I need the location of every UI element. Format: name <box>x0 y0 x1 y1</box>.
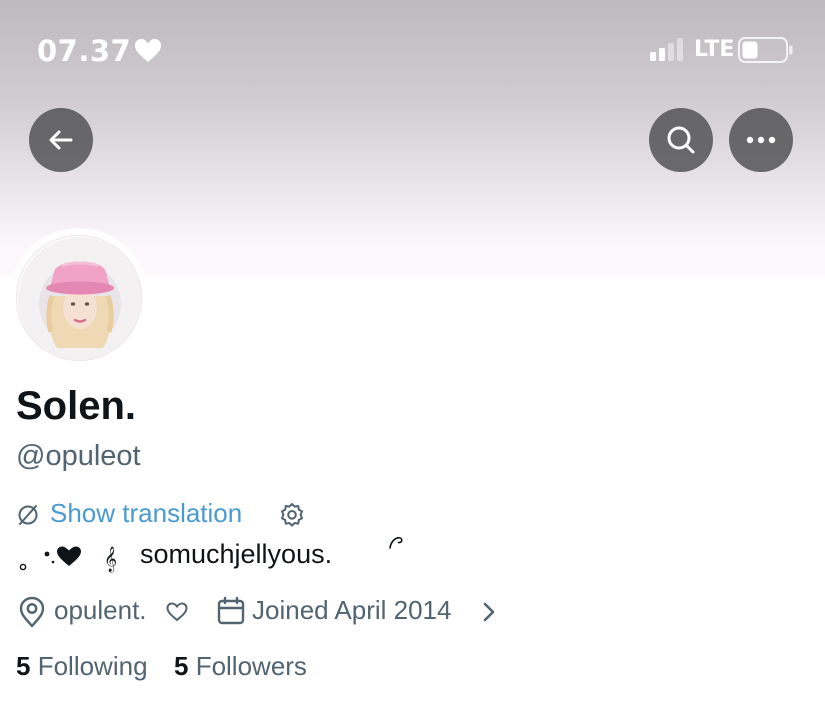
follow-stats: 5 Following 5 Followers <box>16 651 307 687</box>
translate-icon <box>18 505 38 525</box>
search-icon <box>667 126 695 154</box>
display-name: Solen. <box>16 384 137 428</box>
show-translation-link[interactable]: Show translation <box>50 498 242 529</box>
following-link[interactable]: 5 Following <box>16 651 148 682</box>
followers-link[interactable]: 5 Followers <box>174 651 307 682</box>
signal-icon <box>650 38 683 61</box>
chevron-right-icon[interactable] <box>479 598 499 626</box>
arrow-left-icon <box>49 130 73 150</box>
heart-outline-icon <box>166 602 188 622</box>
profile-bio: 𝄞 somuchjellyous. <box>16 533 616 573</box>
following-count: 5 <box>16 651 31 681</box>
followers-count: 5 <box>173 651 189 681</box>
joined-date[interactable]: Joined April 2014 <box>252 595 451 626</box>
network-type: LTE <box>694 37 735 62</box>
more-button[interactable] <box>729 108 793 172</box>
gear-icon[interactable] <box>278 501 306 529</box>
location-text: opulent. <box>54 595 147 625</box>
status-bar: 07.37 LTE <box>0 0 825 100</box>
bio-decoration-icon: 𝄞 <box>19 546 117 572</box>
following-label: Following <box>37 651 148 681</box>
bio-text: somuchjellyous. <box>140 539 333 569</box>
avatar-frame[interactable] <box>9 228 149 368</box>
calendar-icon <box>217 596 245 625</box>
more-horizontal-icon <box>746 136 776 144</box>
username-handle: @opuleot <box>16 440 141 472</box>
back-button[interactable] <box>29 108 93 172</box>
bio-swirl-icon <box>389 537 403 549</box>
status-time: 07.37 <box>37 34 132 68</box>
followers-label: Followers <box>195 651 307 681</box>
profile-meta: opulent. Joined April 2014 <box>16 594 716 630</box>
svg-text:𝄞: 𝄞 <box>104 546 117 572</box>
avatar-photo <box>18 237 141 360</box>
location-pin-icon <box>19 596 45 628</box>
heart-icon <box>135 39 161 62</box>
search-button[interactable] <box>649 108 713 172</box>
battery-icon <box>738 37 793 63</box>
avatar[interactable] <box>16 235 142 361</box>
